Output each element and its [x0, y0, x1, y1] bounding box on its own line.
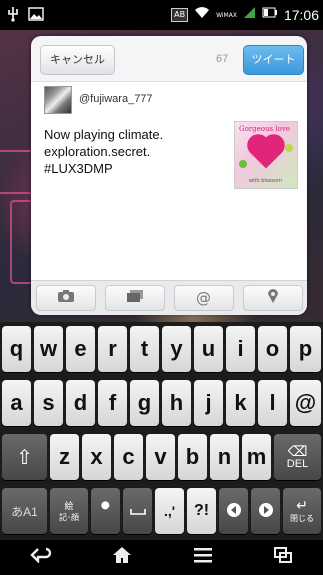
- shift-icon: ⇧: [16, 446, 33, 469]
- gallery-icon: [126, 289, 144, 307]
- key-v[interactable]: v: [146, 434, 175, 480]
- key-g[interactable]: g: [130, 380, 159, 426]
- key-j[interactable]: j: [194, 380, 223, 426]
- key-n[interactable]: n: [210, 434, 239, 480]
- home-icon[interactable]: [112, 546, 132, 569]
- enter-close-key[interactable]: ↵ 閉じる: [283, 488, 321, 534]
- right-arrow-icon: [258, 502, 274, 521]
- avatar: [44, 86, 72, 114]
- key-t[interactable]: t: [130, 326, 159, 372]
- wrench-icon: [97, 500, 115, 522]
- key-a[interactable]: a: [2, 380, 31, 426]
- delete-icon: ⌫: [287, 443, 308, 459]
- punctuation-key[interactable]: .,': [155, 488, 184, 534]
- key-u[interactable]: u: [194, 326, 223, 372]
- settings-key[interactable]: [91, 488, 120, 534]
- key-r[interactable]: r: [98, 326, 127, 372]
- delete-label: DEL: [286, 458, 309, 470]
- space-icon: [129, 503, 146, 519]
- key-w[interactable]: w: [34, 326, 63, 372]
- camera-icon: [57, 289, 75, 307]
- navigation-bar: [0, 540, 323, 575]
- location-button[interactable]: [242, 285, 303, 311]
- camera-button[interactable]: [35, 285, 96, 311]
- punctuation-label: .,': [163, 503, 176, 519]
- image-icon: [28, 7, 44, 26]
- enter-icon: ↵: [296, 497, 308, 513]
- key-q[interactable]: q: [2, 326, 31, 372]
- question-exclamation-label: ?!: [193, 502, 210, 519]
- emoji-symbol-key[interactable]: 絵 記･顔: [50, 488, 88, 534]
- attached-image-thumbnail[interactable]: Gorgeous love with blossom: [234, 121, 298, 189]
- left-arrow-icon: [226, 502, 242, 521]
- key-at[interactable]: @: [290, 380, 321, 426]
- key-o[interactable]: o: [258, 326, 287, 372]
- wimax-label: WiMAX: [216, 11, 237, 19]
- tweet-text-area[interactable]: Now playing climate. exploration.secret.…: [31, 117, 307, 280]
- key-e[interactable]: e: [66, 326, 95, 372]
- tweet-text[interactable]: Now playing climate. exploration.secret.…: [44, 126, 224, 177]
- key-m[interactable]: m: [242, 434, 271, 480]
- space-key[interactable]: [123, 488, 152, 534]
- thumbnail-title: Gorgeous love: [239, 125, 290, 133]
- input-mode-label: あA1: [11, 504, 38, 519]
- battery-icon: [262, 7, 278, 23]
- key-c[interactable]: c: [114, 434, 143, 480]
- character-count: 67: [216, 53, 229, 65]
- account-username: @fujiwara_777: [79, 93, 153, 105]
- key-f[interactable]: f: [98, 380, 127, 426]
- heart-graphic: [250, 137, 282, 169]
- key-z[interactable]: z: [50, 434, 79, 480]
- cursor-right-key[interactable]: [251, 488, 280, 534]
- compose-toolbar: @: [31, 280, 307, 315]
- question-exclamation-key[interactable]: ?!: [187, 488, 216, 534]
- signal-icon: [243, 6, 256, 24]
- key-h[interactable]: h: [162, 380, 191, 426]
- mention-button[interactable]: @: [173, 285, 234, 311]
- at-icon: @: [196, 289, 211, 307]
- shift-key[interactable]: ⇧: [2, 434, 47, 480]
- key-b[interactable]: b: [178, 434, 207, 480]
- recent-apps-icon[interactable]: [273, 546, 293, 569]
- wifi-icon: [194, 6, 210, 24]
- clock: 17:06: [283, 7, 319, 23]
- tweet-compose-dialog: キャンセル 67 ツイート @fujiwara_777 Now playing …: [31, 36, 307, 315]
- ab-badge: AB: [171, 8, 189, 22]
- key-y[interactable]: y: [162, 326, 191, 372]
- flower-graphic: [239, 160, 247, 168]
- key-x[interactable]: x: [82, 434, 111, 480]
- delete-key[interactable]: ⌫ DEL: [274, 434, 321, 480]
- emoji-label-top: 絵: [64, 501, 74, 511]
- key-d[interactable]: d: [66, 380, 95, 426]
- close-keyboard-label: 閉じる: [290, 514, 314, 523]
- input-mode-key[interactable]: あA1: [2, 488, 47, 534]
- tweet-button[interactable]: ツイート: [243, 45, 304, 75]
- key-p[interactable]: p: [290, 326, 321, 372]
- key-s[interactable]: s: [34, 380, 63, 426]
- gallery-button[interactable]: [104, 285, 165, 311]
- thumbnail-caption: with blossom: [249, 178, 282, 184]
- back-icon[interactable]: [30, 547, 52, 568]
- key-i[interactable]: i: [226, 326, 255, 372]
- cancel-button[interactable]: キャンセル: [40, 45, 115, 75]
- account-selector[interactable]: @fujiwara_777: [31, 81, 307, 118]
- software-keyboard: q w e r t y u i o p a s d f g h j k l @ …: [0, 322, 323, 540]
- status-bar: AB WiMAX 17:06: [0, 0, 323, 30]
- cursor-left-key[interactable]: [219, 488, 248, 534]
- compose-header: キャンセル 67 ツイート: [31, 36, 307, 80]
- key-k[interactable]: k: [226, 380, 255, 426]
- location-icon: [267, 288, 279, 308]
- key-l[interactable]: l: [258, 380, 287, 426]
- flower-graphic: [285, 144, 293, 152]
- menu-icon[interactable]: [193, 547, 213, 568]
- usb-icon: [6, 6, 20, 27]
- emoji-label-bottom: 記･顔: [59, 513, 79, 522]
